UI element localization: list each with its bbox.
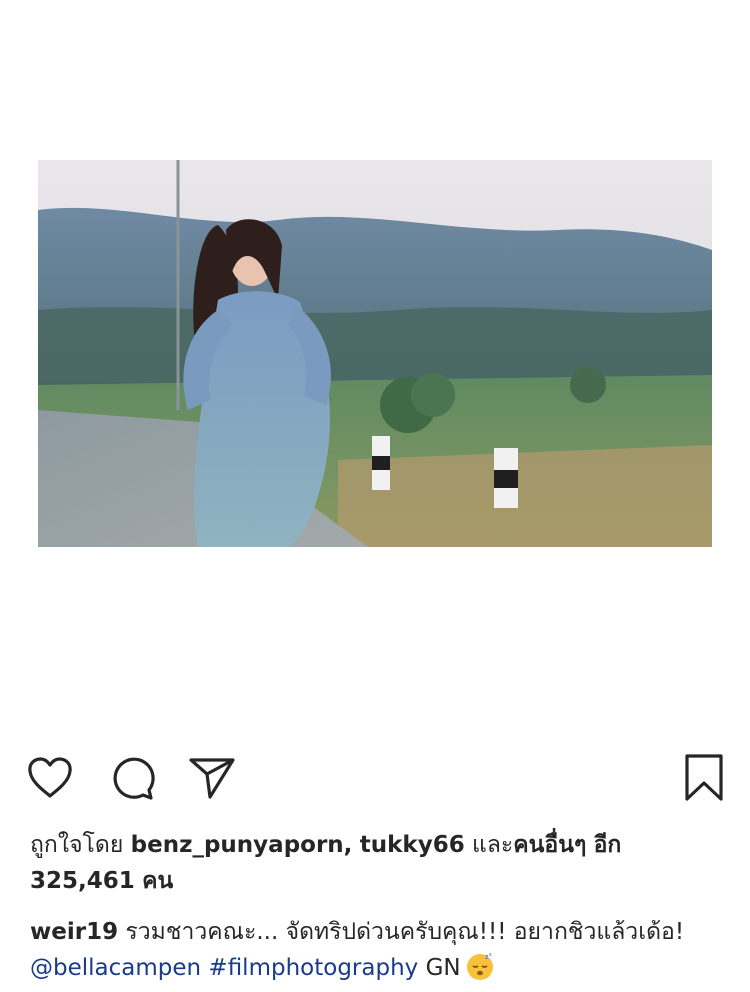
- liker-username-2[interactable]: tukky66: [360, 832, 465, 858]
- likes-others-link[interactable]: คนอื่นๆ: [513, 832, 586, 858]
- comment-button[interactable]: [106, 750, 158, 806]
- liker-username-1[interactable]: benz_punyaporn: [131, 832, 344, 858]
- caption-hashtag[interactable]: #filmphotography: [208, 955, 418, 981]
- save-button[interactable]: [678, 750, 730, 806]
- caption-username[interactable]: weir19: [30, 919, 118, 945]
- likes-and: และ: [472, 832, 514, 858]
- share-button[interactable]: [186, 750, 238, 806]
- likes-summary: ถูกใจโดย benz_punyaporn, tukky66 และคนอื…: [30, 827, 720, 899]
- svg-text:z: z: [489, 952, 492, 958]
- likes-unit: คน: [142, 868, 174, 894]
- bookmark-icon: [685, 754, 723, 801]
- caption-mention[interactable]: @bellacampen: [30, 955, 201, 981]
- likes-prefix: ถูกใจโดย: [30, 832, 124, 858]
- caption-suffix: GN: [425, 955, 461, 981]
- post-caption: weir19 รวมชาวคณะ... จัดทริปด่วนครับคุณ!!…: [30, 914, 720, 986]
- sleeping-face-emoji-icon: z z: [466, 952, 493, 980]
- paper-plane-icon: [189, 758, 235, 799]
- heart-icon: [28, 757, 72, 798]
- post-action-bar: [0, 750, 750, 806]
- likes-more: อีก: [593, 832, 622, 858]
- likes-separator: ,: [343, 832, 353, 858]
- like-button[interactable]: [24, 750, 76, 806]
- post-photo[interactable]: [38, 160, 712, 547]
- caption-text: รวมชาวคณะ... จัดทริปด่วนครับคุณ!!! อยากช…: [125, 919, 685, 945]
- post-photo-illustration: [38, 160, 712, 547]
- likes-count[interactable]: 325,461: [30, 868, 135, 894]
- comment-icon: [113, 757, 155, 800]
